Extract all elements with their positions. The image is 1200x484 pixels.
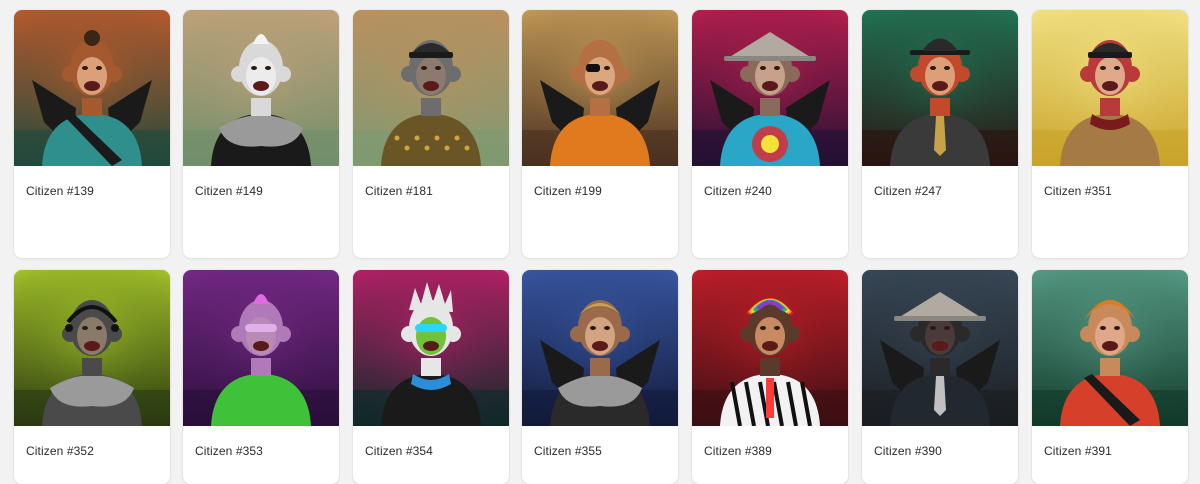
visor bbox=[415, 324, 447, 332]
citizen-image[interactable] bbox=[522, 10, 678, 166]
citizen-image[interactable] bbox=[1032, 10, 1188, 166]
citizen-name: Citizen #390 bbox=[874, 444, 942, 458]
citizen-card[interactable]: Citizen #240 bbox=[692, 10, 848, 258]
citizen-card[interactable]: Citizen #355 bbox=[522, 270, 678, 484]
citizen-card[interactable]: Citizen #389 bbox=[692, 270, 848, 484]
citizen-image[interactable] bbox=[692, 10, 848, 166]
mouth bbox=[84, 341, 100, 351]
citizen-image[interactable] bbox=[183, 10, 339, 166]
citizen-card[interactable]: Citizen #352 bbox=[14, 270, 170, 484]
tie bbox=[934, 116, 946, 156]
tie bbox=[934, 376, 946, 416]
citizen-image[interactable] bbox=[353, 270, 509, 426]
citizen-card[interactable]: Citizen #354 bbox=[353, 270, 509, 484]
citizen-name: Citizen #353 bbox=[195, 444, 263, 458]
citizen-image[interactable] bbox=[1032, 270, 1188, 426]
citizen-name: Citizen #139 bbox=[26, 184, 94, 198]
citizen-image[interactable] bbox=[14, 10, 170, 166]
mouth bbox=[1102, 81, 1118, 91]
citizen-gallery: Citizen #139 Citizen #149 Citizen #181 Citi… bbox=[0, 0, 1200, 484]
citizen-name: Citizen #352 bbox=[26, 444, 94, 458]
mouth bbox=[592, 81, 608, 91]
mouth bbox=[762, 341, 778, 351]
citizen-card[interactable]: Citizen #391 bbox=[1032, 270, 1188, 484]
citizen-card[interactable]: Citizen #139 bbox=[14, 10, 170, 258]
mouth bbox=[932, 341, 948, 351]
mouth bbox=[592, 341, 608, 351]
mouth bbox=[1102, 341, 1118, 351]
citizen-name: Citizen #149 bbox=[195, 184, 263, 198]
citizen-image[interactable] bbox=[522, 270, 678, 426]
citizen-name: Citizen #351 bbox=[1044, 184, 1112, 198]
citizen-card[interactable]: Citizen #351 bbox=[1032, 10, 1188, 258]
citizen-image[interactable] bbox=[862, 270, 1018, 426]
citizen-card[interactable]: Citizen #353 bbox=[183, 270, 339, 484]
citizen-name: Citizen #355 bbox=[534, 444, 602, 458]
mouth bbox=[932, 81, 948, 91]
citizen-name: Citizen #199 bbox=[534, 184, 602, 198]
citizen-image[interactable] bbox=[692, 270, 848, 426]
mouth bbox=[423, 341, 439, 351]
mouth bbox=[84, 81, 100, 91]
citizen-name: Citizen #240 bbox=[704, 184, 772, 198]
citizen-name: Citizen #354 bbox=[365, 444, 433, 458]
citizen-name: Citizen #181 bbox=[365, 184, 433, 198]
citizen-card[interactable]: Citizen #247 bbox=[862, 10, 1018, 258]
citizen-image[interactable] bbox=[183, 270, 339, 426]
citizen-name: Citizen #391 bbox=[1044, 444, 1112, 458]
mouth bbox=[423, 81, 439, 91]
citizen-image[interactable] bbox=[862, 10, 1018, 166]
citizen-card[interactable]: Citizen #149 bbox=[183, 10, 339, 258]
citizen-card[interactable]: Citizen #199 bbox=[522, 10, 678, 258]
hair-bun bbox=[84, 30, 100, 46]
visor bbox=[245, 324, 277, 332]
mouth bbox=[253, 341, 269, 351]
citizen-card[interactable]: Citizen #390 bbox=[862, 270, 1018, 484]
citizen-name: Citizen #389 bbox=[704, 444, 772, 458]
citizen-card[interactable]: Citizen #181 bbox=[353, 10, 509, 258]
citizen-image[interactable] bbox=[14, 270, 170, 426]
citizen-image[interactable] bbox=[353, 10, 509, 166]
mouth bbox=[762, 81, 778, 91]
citizen-name: Citizen #247 bbox=[874, 184, 942, 198]
mouth bbox=[253, 81, 269, 91]
